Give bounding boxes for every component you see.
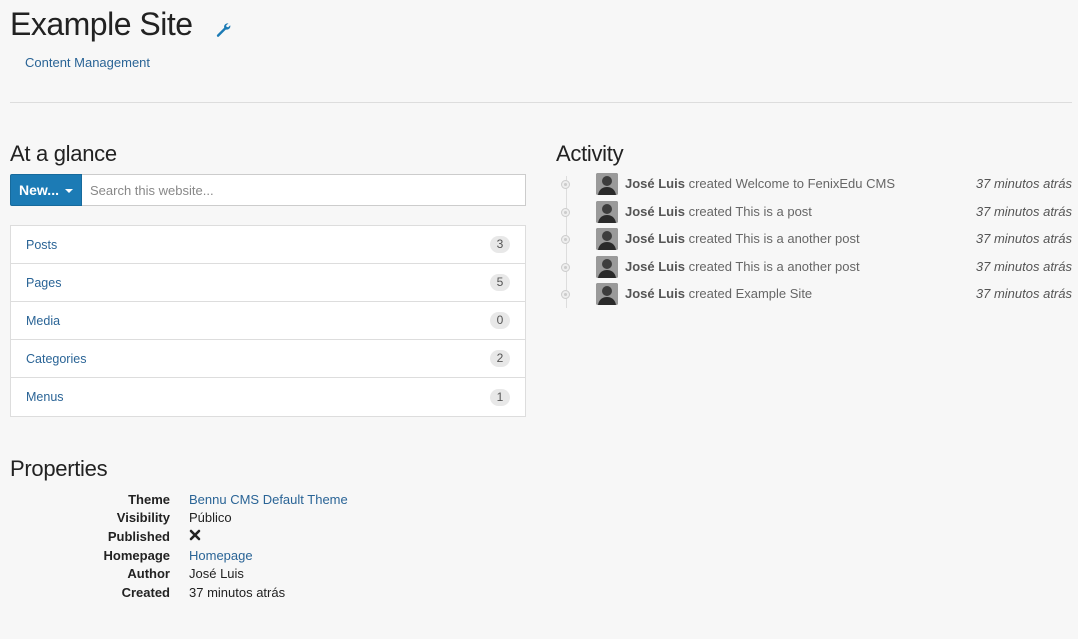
author-value: José Luis [189, 566, 244, 582]
glance-item-label[interactable]: Posts [26, 238, 57, 252]
activity-user[interactable]: José Luis [625, 231, 685, 246]
timeline-dot-icon [561, 235, 570, 244]
avatar [596, 200, 618, 223]
glance-item-label[interactable]: Categories [26, 352, 86, 366]
property-label: Author [127, 566, 170, 582]
property-homepage: Homepage Homepage [10, 546, 510, 565]
property-label: Visibility [116, 510, 170, 526]
activity-user[interactable]: José Luis [625, 204, 685, 219]
glance-item-label[interactable]: Pages [26, 276, 61, 290]
property-created: Created 37 minutos atrás [10, 583, 510, 602]
property-author: Author José Luis [10, 564, 510, 583]
search-input[interactable] [82, 174, 526, 206]
property-label: Published [107, 528, 170, 544]
activity-item: José Luis created Example Site 37 minuto… [556, 282, 1072, 310]
avatar [596, 283, 618, 305]
theme-link[interactable]: Bennu CMS Default Theme [189, 492, 348, 507]
count-badge: 2 [490, 350, 510, 367]
property-visibility: Visibility Público [10, 509, 510, 528]
wrench-icon[interactable] [215, 22, 231, 38]
property-published: Published [10, 527, 510, 546]
divider [10, 102, 1072, 103]
timeline-dot-icon [561, 290, 570, 299]
property-label: Created [121, 584, 170, 600]
activity-user[interactable]: José Luis [625, 176, 685, 191]
new-dropdown-button[interactable]: New... [10, 174, 82, 206]
timeline-dot-icon [561, 180, 570, 189]
site-title: Example Site [10, 6, 193, 42]
activity-time: 37 minutos atrás [975, 176, 1072, 191]
timeline-dot-icon [561, 207, 570, 217]
activity-user[interactable]: José Luis [625, 259, 685, 274]
glance-item-pages[interactable]: Pages 5 [11, 264, 525, 302]
homepage-link[interactable]: Homepage [189, 548, 253, 563]
breadcrumb-content-management[interactable]: Content Management [25, 55, 150, 70]
glance-title: At a glance [10, 141, 117, 166]
activity-time: 37 minutos atrás [975, 203, 1072, 219]
count-badge: 3 [490, 236, 510, 253]
count-badge: 1 [490, 388, 510, 406]
activity-timeline: José Luis created Welcome to FenixEdu CM… [556, 172, 1072, 310]
avatar [596, 173, 618, 195]
glance-item-label[interactable]: Menus [26, 390, 64, 404]
avatar [596, 255, 618, 278]
activity-action: created Welcome to FenixEdu CMS [688, 176, 895, 191]
properties-title: Properties [10, 456, 108, 481]
avatar [596, 228, 618, 250]
activity-action: created This is a another post [688, 231, 860, 246]
activity-user[interactable]: José Luis [625, 286, 685, 301]
glance-item-categories[interactable]: Categories 2 [11, 340, 525, 378]
property-label: Theme [128, 491, 170, 507]
count-badge: 5 [490, 274, 510, 291]
new-button-label: New... [19, 182, 59, 198]
activity-time: 37 minutos atrás [975, 231, 1072, 246]
activity-item: José Luis created Welcome to FenixEdu CM… [556, 172, 1072, 200]
glance-item-posts[interactable]: Posts 3 [11, 226, 525, 264]
glance-list: Posts 3 Pages 5 Media 0 Categories 2 Men… [10, 225, 526, 417]
activity-item: José Luis created This is a post 37 minu… [556, 200, 1072, 228]
visibility-value: Público [189, 510, 232, 526]
glance-item-media[interactable]: Media 0 [11, 302, 525, 340]
activity-item: José Luis created This is a another post… [556, 255, 1072, 283]
count-badge: 0 [490, 312, 510, 329]
activity-action: created This is a another post [688, 258, 860, 274]
activity-title: Activity [556, 141, 624, 166]
caret-down-icon [64, 189, 73, 193]
search-group: New... [10, 174, 526, 206]
activity-time: 37 minutos atrás [975, 258, 1072, 274]
properties-list: Theme Bennu CMS Default Theme Visibility… [10, 490, 510, 602]
created-value: 37 minutos atrás [189, 584, 286, 600]
activity-time: 37 minutos atrás [975, 286, 1072, 301]
times-icon [189, 528, 201, 544]
glance-item-menus[interactable]: Menus 1 [11, 378, 525, 416]
timeline-dot-icon [561, 262, 570, 272]
activity-item: José Luis created This is a another post… [556, 227, 1072, 255]
property-theme: Theme Bennu CMS Default Theme [10, 490, 510, 509]
glance-item-label[interactable]: Media [26, 314, 60, 328]
activity-action: created This is a post [688, 203, 812, 219]
activity-action: created Example Site [688, 286, 813, 301]
property-label: Homepage [103, 547, 170, 563]
